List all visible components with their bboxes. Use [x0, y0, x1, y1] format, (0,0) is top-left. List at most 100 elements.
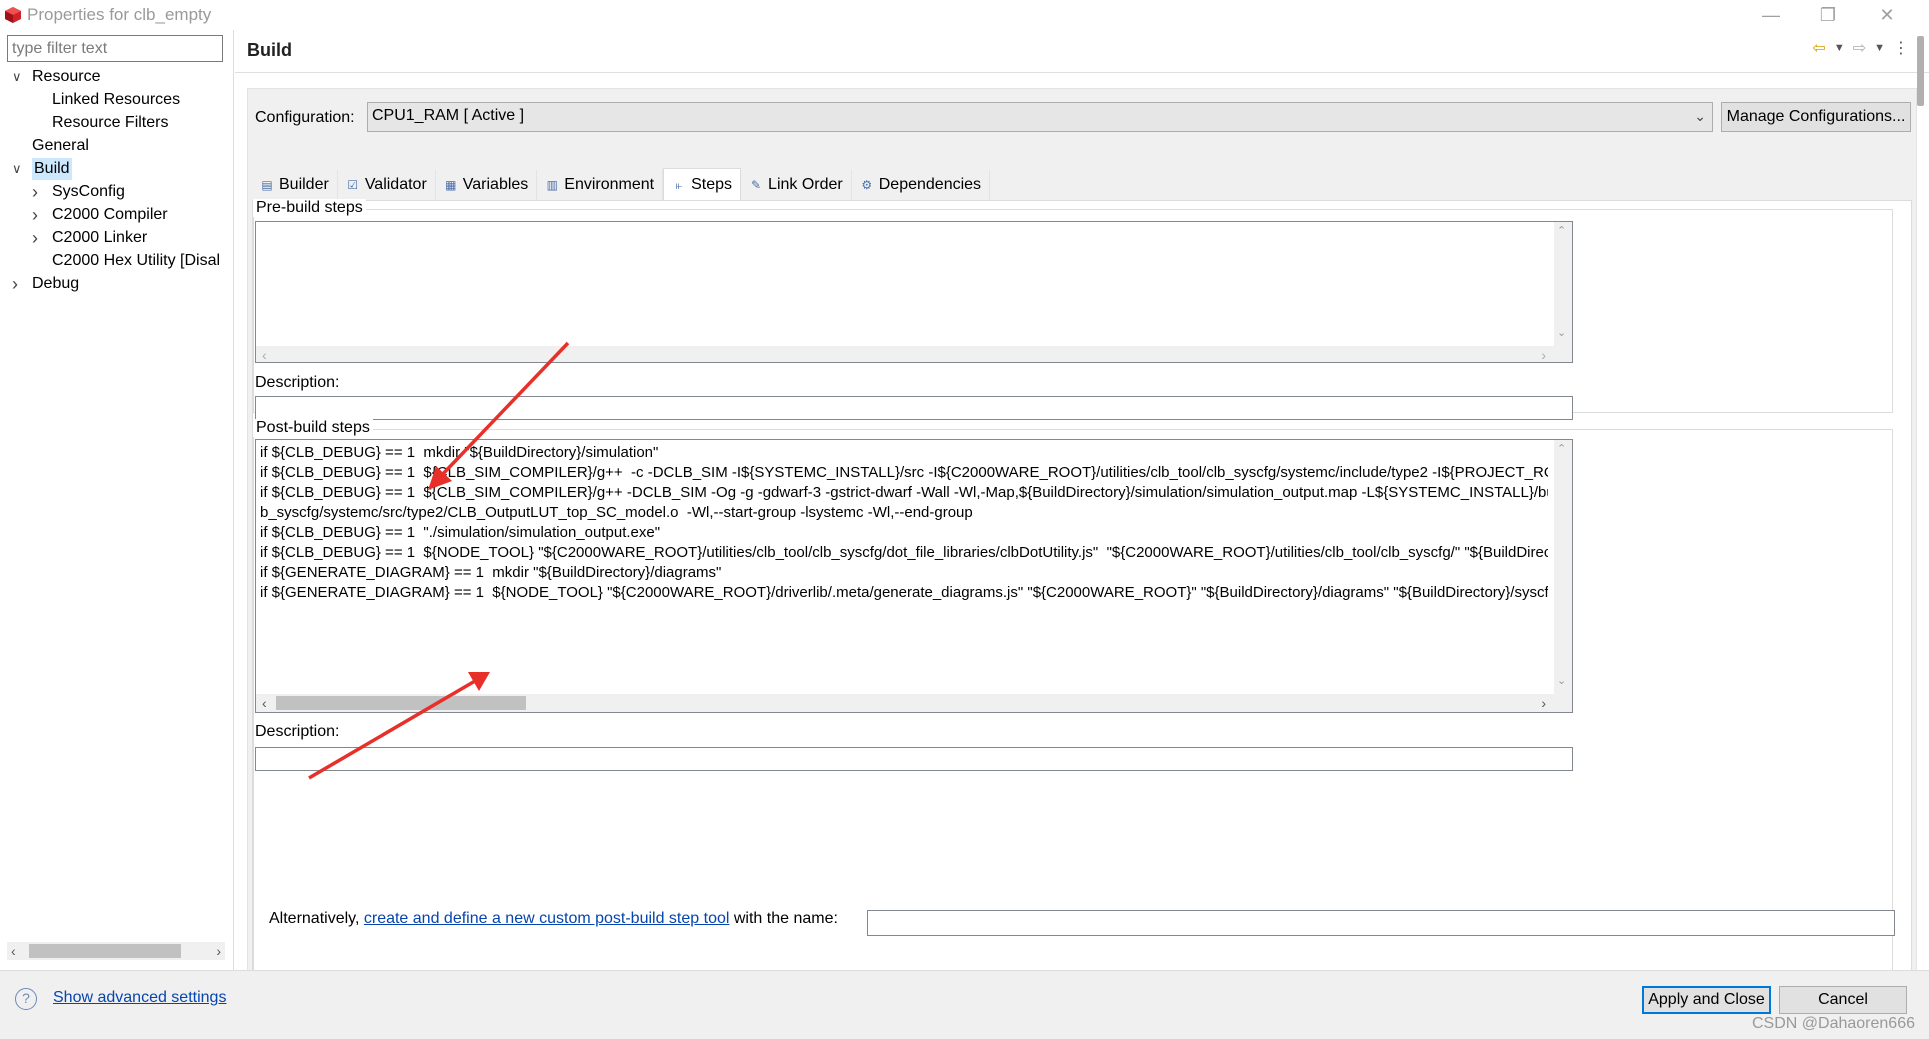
configuration-label: Configuration: — [255, 109, 355, 126]
cancel-button[interactable]: Cancel — [1779, 986, 1907, 1014]
post-build-label: Post-build steps — [253, 419, 373, 437]
post-build-commands-field[interactable]: if ${CLB_DEBUG} == 1 mkdir "${BuildDirec… — [255, 439, 1573, 713]
post-build-command-line: if ${CLB_DEBUG} == 1 ${NODE_TOOL} "${C20… — [260, 544, 1548, 561]
forward-arrow-icon[interactable]: ⇨ — [1853, 38, 1866, 58]
scroll-down-icon[interactable]: ⌄ — [1557, 674, 1566, 687]
scroll-left-icon[interactable]: ‹ — [262, 694, 267, 712]
tab-environment[interactable]: ▥ Environment — [537, 170, 664, 200]
more-menu-icon[interactable]: ⋮ — [1893, 38, 1909, 58]
build-properties-page: Build ⇦ ▼ ⇨ ▼ ⋮ Configuration: CPU1_RAM … — [235, 30, 1929, 988]
tree-item-label: Linked Resources — [52, 91, 181, 108]
tree-item-label: Resource — [32, 68, 101, 85]
post-build-command-line: if ${GENERATE_DIAGRAM} == 1 ${NODE_TOOL}… — [260, 584, 1548, 601]
tab-steps[interactable]: ⫦ Steps — [663, 168, 742, 200]
tab-link-order[interactable]: ✎ Link Order — [741, 170, 852, 200]
post-build-command-line: if ${CLB_DEBUG} == 1 ${CLB_SIM_COMPILER}… — [260, 484, 1548, 501]
scrollbar-thumb[interactable] — [29, 944, 181, 958]
show-advanced-settings-link[interactable]: Show advanced settings — [53, 989, 226, 1007]
post-build-command-line: if ${CLB_DEBUG} == 1 ${CLB_SIM_COMPILER}… — [260, 464, 1548, 481]
tab-label: Link Order — [768, 176, 843, 193]
custom-step-tool-name-input[interactable] — [867, 910, 1895, 936]
filter-input[interactable] — [7, 35, 223, 62]
chevron-down-icon[interactable]: ∨ — [12, 158, 26, 180]
pre-build-vertical-scrollbar[interactable]: ⌃ ⌄ — [1554, 222, 1572, 346]
create-custom-step-tool-link[interactable]: create and define a new custom post-buil… — [364, 910, 730, 927]
tab-label: Builder — [279, 176, 329, 193]
post-build-horizontal-scrollbar[interactable]: ‹ › — [256, 694, 1572, 712]
tree-item-label: Resource Filters — [52, 114, 169, 131]
post-build-group: Post-build steps if ${CLB_DEBUG} == 1 mk… — [253, 419, 1893, 979]
builder-icon: ▤ — [261, 178, 273, 192]
dropdown-icon[interactable]: ▼ — [1874, 38, 1885, 58]
chevron-right-icon[interactable]: › — [32, 181, 46, 203]
tab-builder[interactable]: ▤ Builder — [252, 170, 338, 200]
page-header: Build ⇦ ▼ ⇨ ▼ ⋮ — [235, 30, 1929, 72]
scroll-up-icon[interactable]: ⌃ — [1557, 224, 1566, 237]
dropdown-icon[interactable]: ▼ — [1834, 38, 1845, 58]
scrollbar-thumb[interactable] — [1917, 36, 1924, 106]
scroll-right-icon[interactable]: › — [1541, 694, 1546, 712]
post-build-command-line: if ${CLB_DEBUG} == 1 "./simulation/simul… — [260, 524, 661, 541]
tree-item-label: General — [32, 137, 89, 154]
post-build-description-input[interactable] — [255, 747, 1573, 771]
tree-item-label: C2000 Hex Utility [Disal — [52, 252, 221, 269]
steps-icon: ⫦ — [675, 177, 683, 192]
tab-label: Variables — [462, 176, 529, 193]
close-icon[interactable]: ✕ — [1864, 2, 1910, 28]
link-order-icon: ✎ — [751, 178, 762, 192]
custom-step-tool-sentence: Alternatively, create and define a new c… — [269, 910, 838, 928]
scroll-left-icon[interactable]: ‹ — [262, 346, 267, 362]
steps-tab-panel: Pre-build steps ⌃ ⌄ ‹ › Description: Pos… — [252, 199, 1912, 982]
environment-icon: ▥ — [546, 178, 558, 192]
dependencies-icon: ⚙ — [861, 178, 873, 192]
post-build-command-line: b_syscfg/systemc/src/type2/CLB_OutputLUT… — [260, 504, 973, 521]
tree-item-label: C2000 Linker — [52, 229, 148, 246]
tab-label: Environment — [564, 176, 655, 193]
pre-build-description-label: Description: — [255, 374, 340, 391]
pre-build-group: Pre-build steps ⌃ ⌄ ‹ › Description: — [253, 199, 1893, 420]
back-arrow-icon[interactable]: ⇦ — [1812, 38, 1825, 58]
pre-build-horizontal-scrollbar[interactable]: ‹ › — [256, 346, 1572, 362]
apply-and-close-button[interactable]: Apply and Close — [1642, 986, 1771, 1014]
post-build-command-line: if ${GENERATE_DIAGRAM} == 1 mkdir "${Bui… — [260, 564, 722, 581]
left-horizontal-scrollbar[interactable]: ‹ › — [7, 942, 225, 960]
scroll-right-icon[interactable]: › — [216, 942, 221, 960]
page-vertical-scrollbar[interactable] — [1912, 30, 1929, 150]
scroll-up-icon[interactable]: ⌃ — [1557, 442, 1566, 455]
configuration-value: CPU1_RAM [ Active ] — [372, 107, 525, 124]
scroll-left-icon[interactable]: ‹ — [11, 942, 16, 960]
chevron-right-icon[interactable]: › — [32, 227, 46, 249]
pre-build-label: Pre-build steps — [253, 199, 366, 217]
manage-configurations-button[interactable]: Manage Configurations... — [1721, 102, 1911, 132]
tab-variables[interactable]: ▦ Variables — [436, 170, 538, 200]
chevron-right-icon[interactable]: › — [32, 204, 46, 226]
dialog-footer: ? Show advanced settings Apply and Close… — [0, 970, 1929, 1039]
restore-icon[interactable]: ❐ — [1805, 2, 1851, 28]
pre-build-commands-field[interactable]: ⌃ ⌄ ‹ › — [255, 221, 1573, 363]
tab-label: Steps — [691, 175, 733, 193]
help-icon[interactable]: ? — [15, 988, 37, 1010]
post-build-vertical-scrollbar[interactable]: ⌃ ⌄ — [1554, 440, 1572, 694]
tab-dependencies[interactable]: ⚙ Dependencies — [852, 170, 991, 200]
alternatively-text: Alternatively, — [269, 910, 364, 927]
pre-build-description-input[interactable] — [255, 396, 1573, 420]
watermark: CSDN @Dahaoren666 — [1752, 1015, 1915, 1032]
variables-icon: ▦ — [445, 178, 457, 192]
with-the-name-text: with the name: — [729, 910, 838, 927]
scrollbar-thumb[interactable] — [276, 696, 526, 710]
chevron-down-icon[interactable]: ∨ — [12, 66, 26, 88]
post-build-commands-text: if ${CLB_DEBUG} == 1 mkdir "${BuildDirec… — [260, 443, 1548, 603]
chevron-right-icon[interactable]: › — [12, 273, 26, 295]
scroll-down-icon[interactable]: ⌄ — [1557, 326, 1566, 339]
property-category-panel: ∨ Resource Linked Resources Resource Filter… — [0, 30, 234, 970]
tree-item-label: C2000 Compiler — [52, 206, 168, 223]
minimize-icon[interactable]: — — [1748, 2, 1794, 28]
tab-validator[interactable]: ☑ Validator — [338, 170, 436, 200]
post-build-description-label: Description: — [255, 723, 340, 740]
tab-label: Dependencies — [878, 176, 982, 193]
header-divider — [235, 72, 1929, 73]
scroll-right-icon[interactable]: › — [1541, 346, 1546, 362]
ccs-cube-icon — [5, 7, 21, 23]
configuration-select[interactable]: CPU1_RAM [ Active ] ⌄ — [367, 102, 1713, 132]
tree-item-label: SysConfig — [52, 183, 125, 200]
